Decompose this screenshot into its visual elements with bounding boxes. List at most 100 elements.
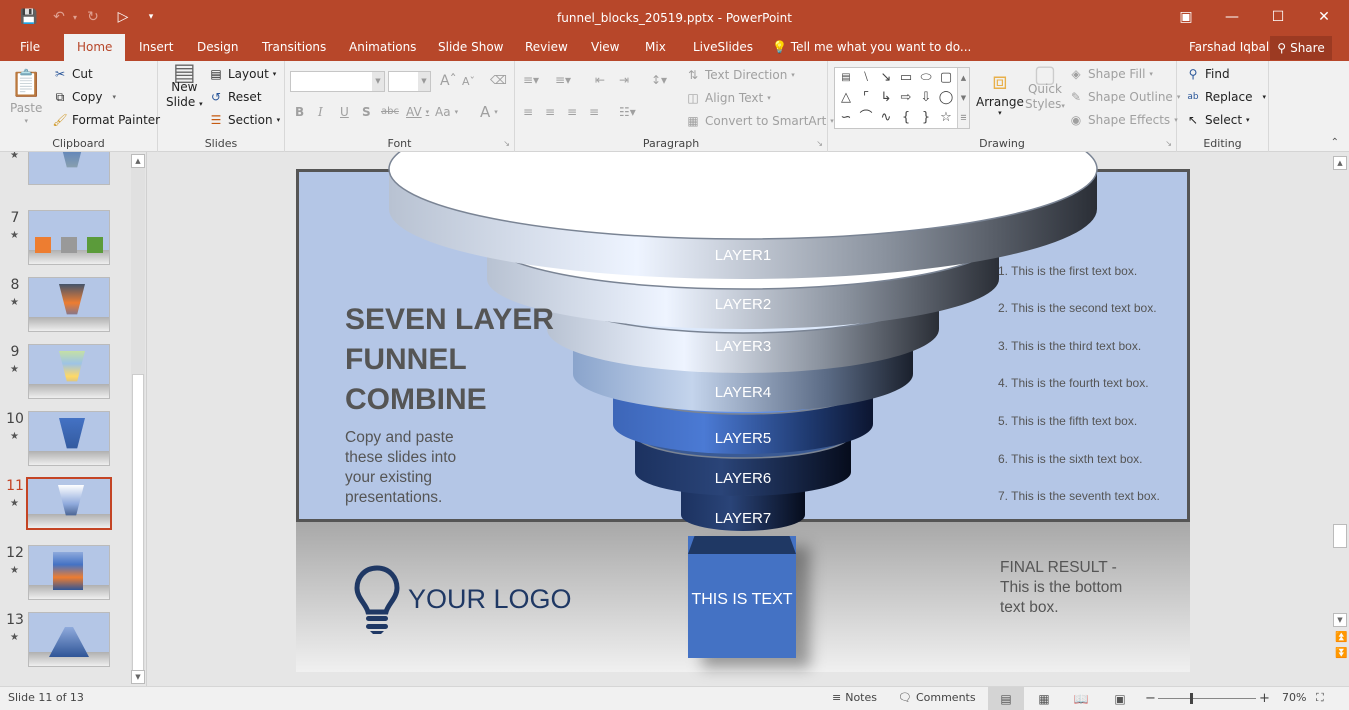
layout-button[interactable]: ▤ Layout ▾ xyxy=(208,66,276,82)
reset-button[interactable]: ↺ Reset xyxy=(208,89,262,105)
copy-button[interactable]: ⧉ Copy ▾ xyxy=(52,89,116,105)
slide-thumbnail[interactable] xyxy=(28,344,110,399)
font-name-combo[interactable]: ▼ xyxy=(290,71,385,92)
slide-subtitle[interactable]: Copy and paste these slides into your ex… xyxy=(345,428,485,508)
tab-view[interactable]: View xyxy=(591,34,619,61)
bold-button[interactable]: B xyxy=(295,105,304,119)
slide-thumbnail[interactable] xyxy=(28,411,110,466)
scroll-up-icon[interactable]: ▲ xyxy=(131,154,145,168)
share-button[interactable]: ⚲ Share xyxy=(1270,36,1332,60)
slide-sorter-icon[interactable]: ▦ xyxy=(1026,687,1062,710)
comments-button[interactable]: 🗨 Comments xyxy=(898,691,976,704)
bullets-icon[interactable]: ≡▾ xyxy=(523,73,539,87)
select-button[interactable]: ↖ Select ▾ xyxy=(1185,112,1250,128)
tab-mix[interactable]: Mix xyxy=(645,34,666,61)
columns-icon[interactable]: ☷▾ xyxy=(619,105,636,119)
thumbnail-slide-9[interactable]: 9 ★ xyxy=(0,344,132,406)
tab-review[interactable]: Review xyxy=(525,34,568,61)
scrollbar-thumb[interactable] xyxy=(1333,524,1347,548)
layer-label-1[interactable]: LAYER1 xyxy=(673,247,813,264)
slideshow-view-icon[interactable]: ▣ xyxy=(1102,687,1138,710)
slide[interactable]: LAYER1 LAYER2 LAYER3 LAYER4 LAYER5 LAYER6 LAYE… xyxy=(296,152,1190,672)
scrollbar-thumb[interactable] xyxy=(132,374,144,674)
line-spacing-icon[interactable]: ↕▾ xyxy=(651,73,667,87)
shapes-gallery[interactable]: ▤ ⧵ ↘ ▭ ⬭ ▢ △ ⌜ ↳ ⇨ ⇩ ◯ ∽ ⌒ ∿ { } ☆ ▲ ▼ ☰ xyxy=(834,67,970,129)
fit-slide-icon[interactable]: ⛶ xyxy=(1316,691,1324,705)
chevron-down-icon[interactable]: ▼ xyxy=(418,72,430,91)
text-box-7[interactable]: 7. This is the seventh text box. xyxy=(998,489,1160,503)
slide-thumbnail[interactable] xyxy=(28,277,110,332)
clear-formatting-icon[interactable]: ⌫ xyxy=(490,73,507,87)
collapse-ribbon-icon[interactable]: ⌃ xyxy=(1331,137,1339,148)
thumbnail-slide-6[interactable]: 6 ★ xyxy=(0,152,132,192)
layer-label-3[interactable]: LAYER3 xyxy=(673,338,813,355)
thumbnail-slide-8[interactable]: 8 ★ xyxy=(0,277,132,339)
text-box-4[interactable]: 4. This is the fourth text box. xyxy=(998,376,1149,390)
italic-button[interactable]: I xyxy=(318,105,323,119)
cut-button[interactable]: ✂ Cut xyxy=(52,66,93,82)
increase-font-size-icon[interactable]: Aˆ xyxy=(440,73,457,89)
slide-thumbnail[interactable] xyxy=(28,210,110,265)
align-center-icon[interactable]: ≡ xyxy=(545,105,555,119)
character-spacing-button[interactable]: AV ▾ xyxy=(406,105,429,119)
format-painter-button[interactable]: 🖌 Format Painter xyxy=(52,112,160,128)
triangle-shape-icon[interactable]: △ xyxy=(837,89,855,107)
tab-file[interactable]: File xyxy=(20,34,40,61)
textbox-shape-icon[interactable]: ▤ xyxy=(837,69,855,87)
logo[interactable]: YOUR LOGO xyxy=(354,564,572,634)
normal-view-icon[interactable]: ▤ xyxy=(988,687,1024,710)
next-slide-icon[interactable]: ⏬ xyxy=(1335,648,1347,659)
font-size-combo[interactable]: ▼ xyxy=(388,71,431,92)
decrease-indent-icon[interactable]: ⇤ xyxy=(595,73,605,87)
text-box-5[interactable]: 5. This is the fifth text box. xyxy=(998,414,1137,428)
slide-thumbnail[interactable] xyxy=(28,152,110,185)
star-shape-icon[interactable]: ☆ xyxy=(937,109,955,127)
elbow-connector-icon[interactable]: ⌜ xyxy=(857,89,875,107)
tab-insert[interactable]: Insert xyxy=(139,34,173,61)
rounded-rect-shape-icon[interactable]: ▢ xyxy=(937,69,955,87)
increase-indent-icon[interactable]: ⇥ xyxy=(619,73,629,87)
font-color-button[interactable]: A ▾ xyxy=(480,103,498,121)
left-brace-shape-icon[interactable]: { xyxy=(897,109,915,127)
curve-shape-icon[interactable]: ∿ xyxy=(877,109,895,127)
quick-styles-button[interactable]: ▢ Quick Styles▾ xyxy=(1025,62,1065,114)
layer-label-4[interactable]: LAYER4 xyxy=(673,384,813,401)
paste-button[interactable]: 📋 Paste ▾ xyxy=(10,69,42,125)
convert-smartart-button[interactable]: ▦ Convert to SmartArt ▾ xyxy=(685,113,833,129)
decrease-font-size-icon[interactable]: Aˇ xyxy=(462,75,475,88)
oval-shape-icon[interactable]: ⬭ xyxy=(917,69,935,87)
reading-view-icon[interactable]: 📖 xyxy=(1063,687,1099,710)
scroll-up-icon[interactable]: ▲ xyxy=(1333,156,1347,170)
user-name[interactable]: Farshad Iqbal xyxy=(1189,34,1269,61)
slide-title[interactable]: SEVEN LAYER FUNNEL COMBINE xyxy=(345,300,565,420)
new-slide-button[interactable]: ▤ New Slide ▾ xyxy=(166,60,203,112)
zoom-out-icon[interactable]: − xyxy=(1145,691,1156,706)
final-result-text[interactable]: FINAL RESULT - This is the bottom text b… xyxy=(1000,558,1150,618)
arrange-button[interactable]: ⧈ Arrange ▾ xyxy=(976,67,1024,117)
find-button[interactable]: ⚲ Find xyxy=(1185,66,1230,82)
align-left-icon[interactable]: ≡ xyxy=(523,105,533,119)
thumbnail-slide-12[interactable]: 12 ★ xyxy=(0,545,132,607)
text-box-1[interactable]: 1. This is the first text box. xyxy=(998,264,1137,278)
slide-thumbnail[interactable] xyxy=(28,545,110,600)
down-arrow-shape-icon[interactable]: ⇩ xyxy=(917,89,935,107)
close-icon[interactable]: ✕ xyxy=(1301,4,1347,30)
layer-label-7[interactable]: LAYER7 xyxy=(673,510,813,527)
arrow-line-shape-icon[interactable]: ↘ xyxy=(877,69,895,87)
shape-fill-button[interactable]: ◈ Shape Fill ▾ xyxy=(1068,66,1153,82)
strikethrough-button[interactable]: abc xyxy=(381,106,399,117)
underline-button[interactable]: U xyxy=(340,105,349,119)
layer-label-6[interactable]: LAYER6 xyxy=(673,470,813,487)
chevron-down-icon[interactable]: ▼ xyxy=(372,72,384,91)
section-button[interactable]: ☰ Section ▾ xyxy=(208,112,281,128)
shape-effects-button[interactable]: ◉ Shape Effects ▾ xyxy=(1068,112,1178,128)
slide-vertical-scrollbar[interactable]: ▲ ▼ ⏫ ⏬ xyxy=(1331,152,1349,686)
layer-label-2[interactable]: LAYER2 xyxy=(673,296,813,313)
freeform-shape-icon[interactable]: ◯ xyxy=(937,89,955,107)
shape-outline-button[interactable]: ✎ Shape Outline ▾ xyxy=(1068,89,1180,105)
change-case-button[interactable]: Aa ▾ xyxy=(435,105,458,119)
previous-slide-icon[interactable]: ⏫ xyxy=(1335,632,1347,643)
replace-button[interactable]: ab Replace ▾ xyxy=(1185,89,1266,105)
thumbnail-slide-11[interactable]: 11 ★ xyxy=(0,477,132,540)
tab-transitions[interactable]: Transitions xyxy=(262,34,326,61)
